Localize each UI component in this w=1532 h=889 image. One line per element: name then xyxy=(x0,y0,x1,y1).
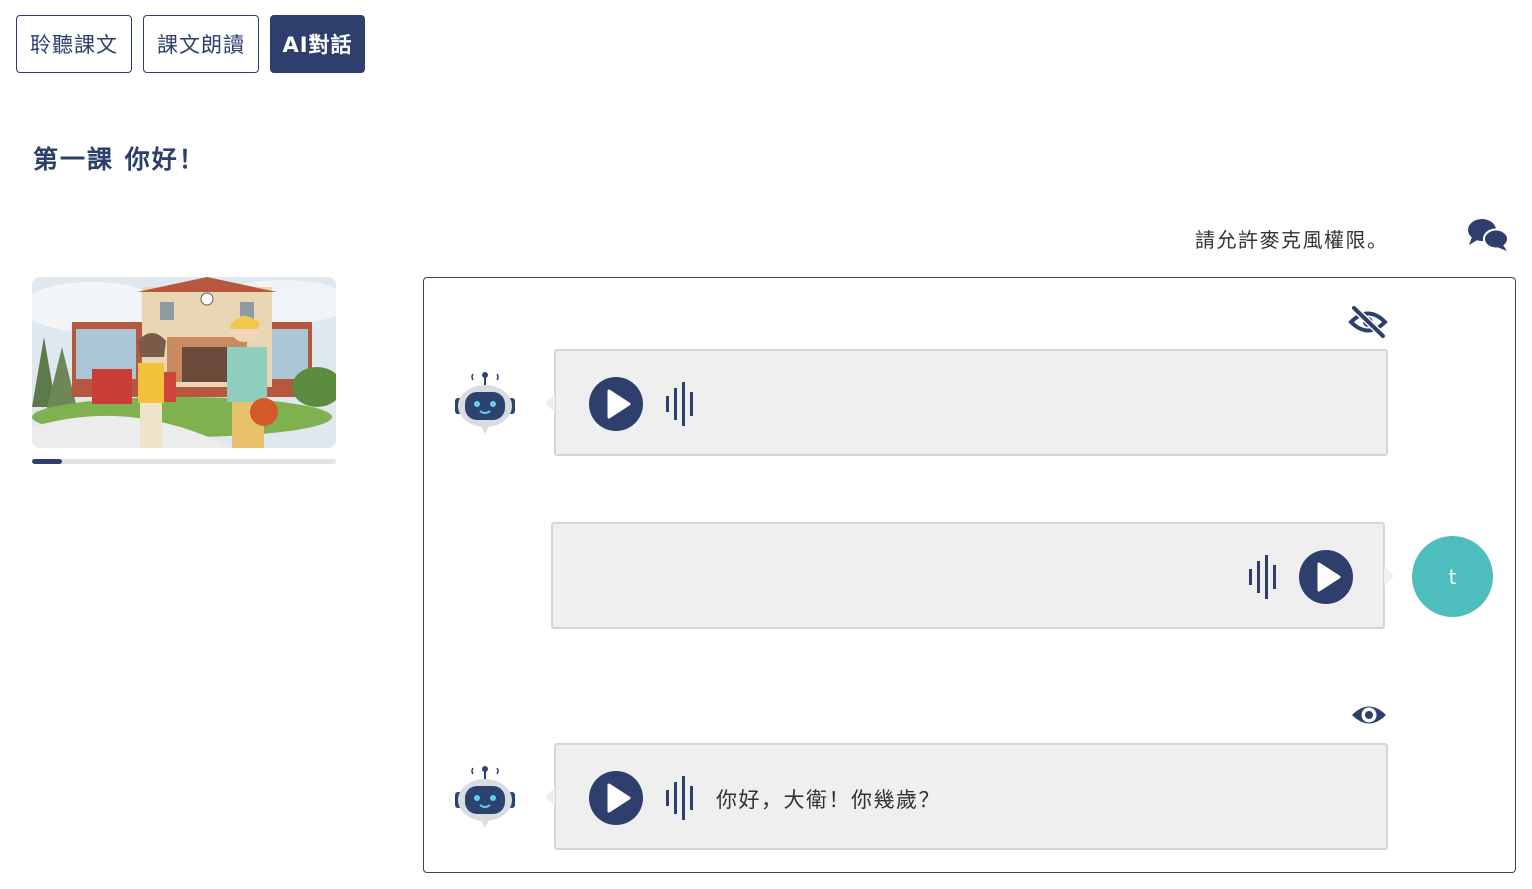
tab-read-text[interactable]: 課文朗讀 xyxy=(143,15,259,73)
ai-chat-panel: 你好，大衛！你幾歲？ xyxy=(423,277,1516,873)
mic-permission-status: 請允許麥克風權限。 xyxy=(1195,228,1389,252)
lesson-title: 第一課 你好！ xyxy=(33,145,206,174)
play-icon[interactable] xyxy=(588,376,644,432)
sound-wave-icon xyxy=(1249,555,1276,599)
eye-icon[interactable] xyxy=(1350,700,1388,730)
chat-bubbles-icon[interactable] xyxy=(1467,218,1509,252)
tab-listen-text[interactable]: 聆聽課文 xyxy=(16,15,132,73)
bot-message-text: 你好，大衛！你幾歲？ xyxy=(716,788,941,812)
robot-icon xyxy=(455,372,515,434)
video-progress-bar[interactable] xyxy=(32,459,336,464)
bot-message-bubble: 你好，大衛！你幾歲？ xyxy=(545,743,1388,850)
school-scene-illustration xyxy=(32,277,336,448)
sound-wave-icon xyxy=(666,382,693,426)
play-icon[interactable] xyxy=(1298,549,1354,605)
video-progress-fill xyxy=(32,459,63,464)
bot-message-bubble xyxy=(545,349,1388,456)
mode-tabs: 聆聽課文 課文朗讀 AI對話 xyxy=(16,15,365,73)
lesson-video-thumbnail[interactable] xyxy=(32,277,336,448)
robot-icon xyxy=(455,766,515,828)
tab-ai-dialogue[interactable]: AI對話 xyxy=(270,15,365,73)
sound-wave-icon xyxy=(666,776,693,820)
user-message-bubble xyxy=(551,522,1394,629)
eye-slash-icon[interactable] xyxy=(1348,305,1388,339)
user-avatar: t xyxy=(1412,536,1493,617)
play-icon[interactable] xyxy=(588,770,644,826)
